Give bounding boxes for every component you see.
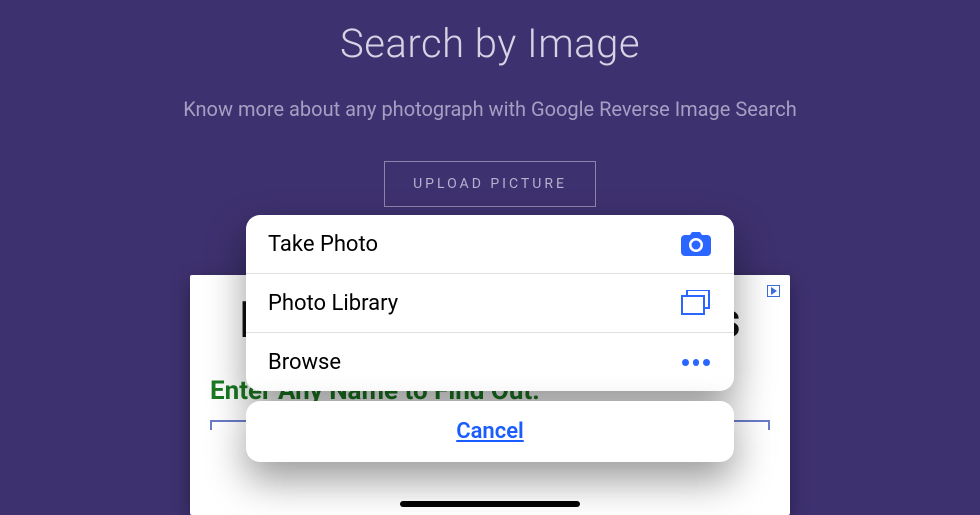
library-icon bbox=[680, 290, 712, 316]
more-icon bbox=[680, 349, 712, 375]
home-indicator bbox=[400, 501, 580, 507]
photo-library-option[interactable]: Photo Library bbox=[246, 273, 734, 332]
action-sheet: Take Photo Photo Library Browse Cancel bbox=[246, 215, 734, 462]
action-sheet-options: Take Photo Photo Library Browse bbox=[246, 215, 734, 391]
camera-icon bbox=[680, 231, 712, 257]
take-photo-label: Take Photo bbox=[268, 232, 378, 257]
action-sheet-cancel-group: Cancel bbox=[246, 401, 734, 462]
cancel-button[interactable]: Cancel bbox=[246, 401, 734, 462]
browse-option[interactable]: Browse bbox=[246, 332, 734, 391]
take-photo-option[interactable]: Take Photo bbox=[246, 215, 734, 273]
photo-library-label: Photo Library bbox=[268, 291, 398, 316]
browse-label: Browse bbox=[268, 350, 341, 375]
page-subtitle: Know more about any photograph with Goog… bbox=[0, 97, 980, 121]
page-title: Search by Image bbox=[0, 0, 980, 67]
adchoices-icon[interactable] bbox=[767, 283, 780, 299]
upload-picture-button[interactable]: UPLOAD PICTURE bbox=[384, 161, 596, 207]
